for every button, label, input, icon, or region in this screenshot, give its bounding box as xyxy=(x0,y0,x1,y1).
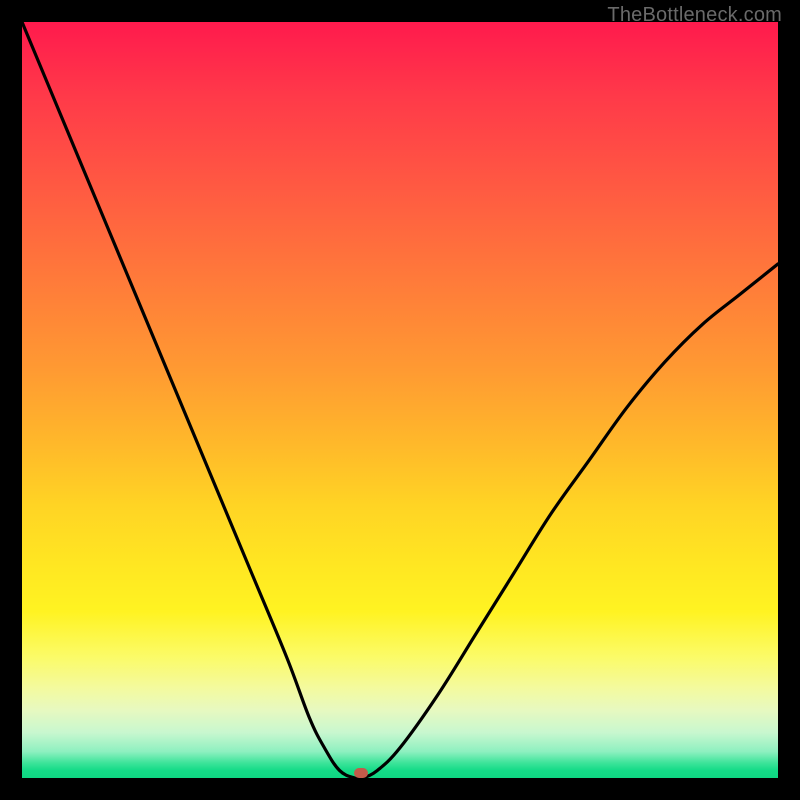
watermark-text: TheBottleneck.com xyxy=(607,4,782,27)
plot-area xyxy=(22,22,778,778)
optimal-point-marker xyxy=(354,768,368,778)
bottleneck-curve xyxy=(22,22,778,778)
chart-frame: TheBottleneck.com xyxy=(0,0,800,800)
